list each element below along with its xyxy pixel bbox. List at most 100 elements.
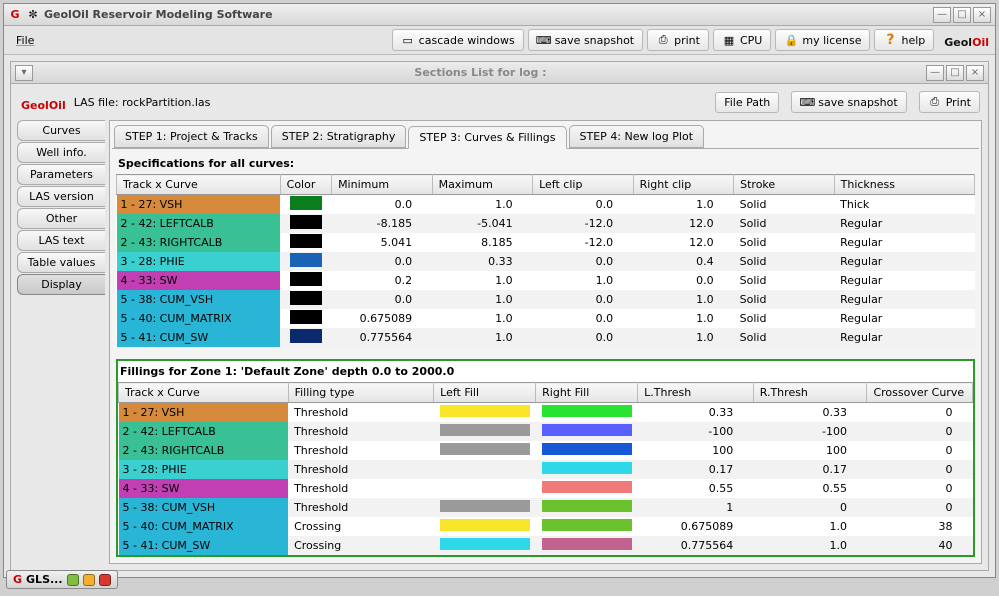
crossover-cell[interactable]: 40 xyxy=(867,536,973,555)
left-fill-cell[interactable] xyxy=(434,536,536,555)
spec-col-track-x-curve[interactable]: Track x Curve xyxy=(117,175,281,195)
l-thresh-cell[interactable]: 0.675089 xyxy=(638,517,754,536)
fill-col-filling-type[interactable]: Filling type xyxy=(288,383,434,403)
max-cell[interactable]: 8.185 xyxy=(432,233,533,252)
rightclip-cell[interactable]: 0.0 xyxy=(633,271,734,290)
right-fill-cell[interactable] xyxy=(536,441,638,460)
fill-type-cell[interactable]: Crossing xyxy=(288,517,434,536)
min-cell[interactable]: -8.185 xyxy=(332,214,433,233)
table-row[interactable]: 4 - 33: SW0.21.01.00.0SolidRegular xyxy=(117,271,975,290)
fill-col-l-thresh[interactable]: L.Thresh xyxy=(638,383,754,403)
side-tab-table-values[interactable]: Table values xyxy=(17,252,105,273)
min-cell[interactable]: 0.0 xyxy=(332,290,433,309)
color-cell[interactable] xyxy=(280,271,331,290)
right-fill-cell[interactable] xyxy=(536,517,638,536)
crossover-cell[interactable]: 0 xyxy=(867,498,973,517)
left-fill-cell[interactable] xyxy=(434,403,536,423)
right-fill-cell[interactable] xyxy=(536,422,638,441)
side-tab-parameters[interactable]: Parameters xyxy=(17,164,105,185)
sub-maximize-button[interactable]: □ xyxy=(946,65,964,81)
stroke-cell[interactable]: Solid xyxy=(734,328,835,347)
side-tab-well-info-[interactable]: Well info. xyxy=(17,142,105,163)
table-row[interactable]: 3 - 28: PHIEThreshold0.170.170 xyxy=(119,460,973,479)
l-thresh-cell[interactable]: 100 xyxy=(638,441,754,460)
fill-type-cell[interactable]: Threshold xyxy=(288,460,434,479)
menu-file[interactable]: File xyxy=(10,32,40,49)
thickness-cell[interactable]: Regular xyxy=(834,328,974,347)
stroke-cell[interactable]: Solid xyxy=(734,233,835,252)
task-close-icon[interactable] xyxy=(99,574,111,586)
minimize-button[interactable]: — xyxy=(933,7,951,23)
spec-col-left-clip[interactable]: Left clip xyxy=(533,175,634,195)
left-fill-cell[interactable] xyxy=(434,479,536,498)
thickness-cell[interactable]: Regular xyxy=(834,271,974,290)
leftclip-cell[interactable]: 0.0 xyxy=(533,328,634,347)
stroke-cell[interactable]: Solid xyxy=(734,271,835,290)
table-row[interactable]: 1 - 27: VSH0.01.00.01.0SolidThick xyxy=(117,195,975,215)
spec-col-maximum[interactable]: Maximum xyxy=(432,175,533,195)
l-thresh-cell[interactable]: 1 xyxy=(638,498,754,517)
color-cell[interactable] xyxy=(280,195,331,215)
thickness-cell[interactable]: Regular xyxy=(834,233,974,252)
rightclip-cell[interactable]: 1.0 xyxy=(633,195,734,215)
crossover-cell[interactable]: 0 xyxy=(867,403,973,423)
r-thresh-cell[interactable]: 0.33 xyxy=(753,403,867,423)
table-row[interactable]: 5 - 40: CUM_MATRIXCrossing0.6750891.038 xyxy=(119,517,973,536)
color-cell[interactable] xyxy=(280,214,331,233)
cascade-windows-button[interactable]: ▭cascade windows xyxy=(392,29,524,51)
min-cell[interactable]: 0.775564 xyxy=(332,328,433,347)
sub-save-snapshot-button[interactable]: ⌨save snapshot xyxy=(791,91,906,113)
leftclip-cell[interactable]: 0.0 xyxy=(533,309,634,328)
max-cell[interactable]: 1.0 xyxy=(432,271,533,290)
spec-col-thickness[interactable]: Thickness xyxy=(834,175,974,195)
left-fill-cell[interactable] xyxy=(434,422,536,441)
fill-type-cell[interactable]: Threshold xyxy=(288,403,434,423)
min-cell[interactable]: 0.2 xyxy=(332,271,433,290)
max-cell[interactable]: 1.0 xyxy=(432,195,533,215)
sub-minimize-button[interactable]: — xyxy=(926,65,944,81)
spec-col-right-clip[interactable]: Right clip xyxy=(633,175,734,195)
fill-col-crossover-curve[interactable]: Crossover Curve xyxy=(867,383,973,403)
r-thresh-cell[interactable]: -100 xyxy=(753,422,867,441)
table-row[interactable]: 2 - 43: RIGHTCALB5.0418.185-12.012.0Soli… xyxy=(117,233,975,252)
left-fill-cell[interactable] xyxy=(434,460,536,479)
l-thresh-cell[interactable]: 0.17 xyxy=(638,460,754,479)
crossover-cell[interactable]: 0 xyxy=(867,479,973,498)
min-cell[interactable]: 0.0 xyxy=(332,252,433,271)
side-tab-curves[interactable]: Curves xyxy=(17,120,105,141)
sub-expand-button[interactable]: ▾ xyxy=(15,65,33,81)
spec-col-color[interactable]: Color xyxy=(280,175,331,195)
fill-type-cell[interactable]: Threshold xyxy=(288,441,434,460)
table-row[interactable]: 5 - 41: CUM_SW0.7755641.00.01.0SolidRegu… xyxy=(117,328,975,347)
min-cell[interactable]: 0.0 xyxy=(332,195,433,215)
side-tab-las-version[interactable]: LAS version xyxy=(17,186,105,207)
max-cell[interactable]: 1.0 xyxy=(432,309,533,328)
right-fill-cell[interactable] xyxy=(536,498,638,517)
table-row[interactable]: 4 - 33: SWThreshold0.550.550 xyxy=(119,479,973,498)
rightclip-cell[interactable]: 1.0 xyxy=(633,309,734,328)
left-fill-cell[interactable] xyxy=(434,498,536,517)
close-button[interactable]: × xyxy=(973,7,991,23)
leftclip-cell[interactable]: 0.0 xyxy=(533,252,634,271)
stroke-cell[interactable]: Solid xyxy=(734,214,835,233)
fill-col-track-x-curve[interactable]: Track x Curve xyxy=(119,383,289,403)
left-fill-cell[interactable] xyxy=(434,441,536,460)
spec-col-minimum[interactable]: Minimum xyxy=(332,175,433,195)
sub-print-button[interactable]: ⎙Print xyxy=(919,91,980,113)
max-cell[interactable]: 1.0 xyxy=(432,290,533,309)
side-tab-las-text[interactable]: LAS text xyxy=(17,230,105,251)
side-tab-display[interactable]: Display xyxy=(17,274,105,295)
max-cell[interactable]: -5.041 xyxy=(432,214,533,233)
r-thresh-cell[interactable]: 0.55 xyxy=(753,479,867,498)
crossover-cell[interactable]: 0 xyxy=(867,460,973,479)
rightclip-cell[interactable]: 0.4 xyxy=(633,252,734,271)
right-fill-cell[interactable] xyxy=(536,536,638,555)
color-cell[interactable] xyxy=(280,309,331,328)
crossover-cell[interactable]: 0 xyxy=(867,441,973,460)
task-min-icon[interactable] xyxy=(67,574,79,586)
print-button[interactable]: ⎙print xyxy=(647,29,709,51)
taskbar-item[interactable]: G GLS... xyxy=(6,570,118,589)
r-thresh-cell[interactable]: 0 xyxy=(753,498,867,517)
r-thresh-cell[interactable]: 1.0 xyxy=(753,517,867,536)
thickness-cell[interactable]: Regular xyxy=(834,252,974,271)
